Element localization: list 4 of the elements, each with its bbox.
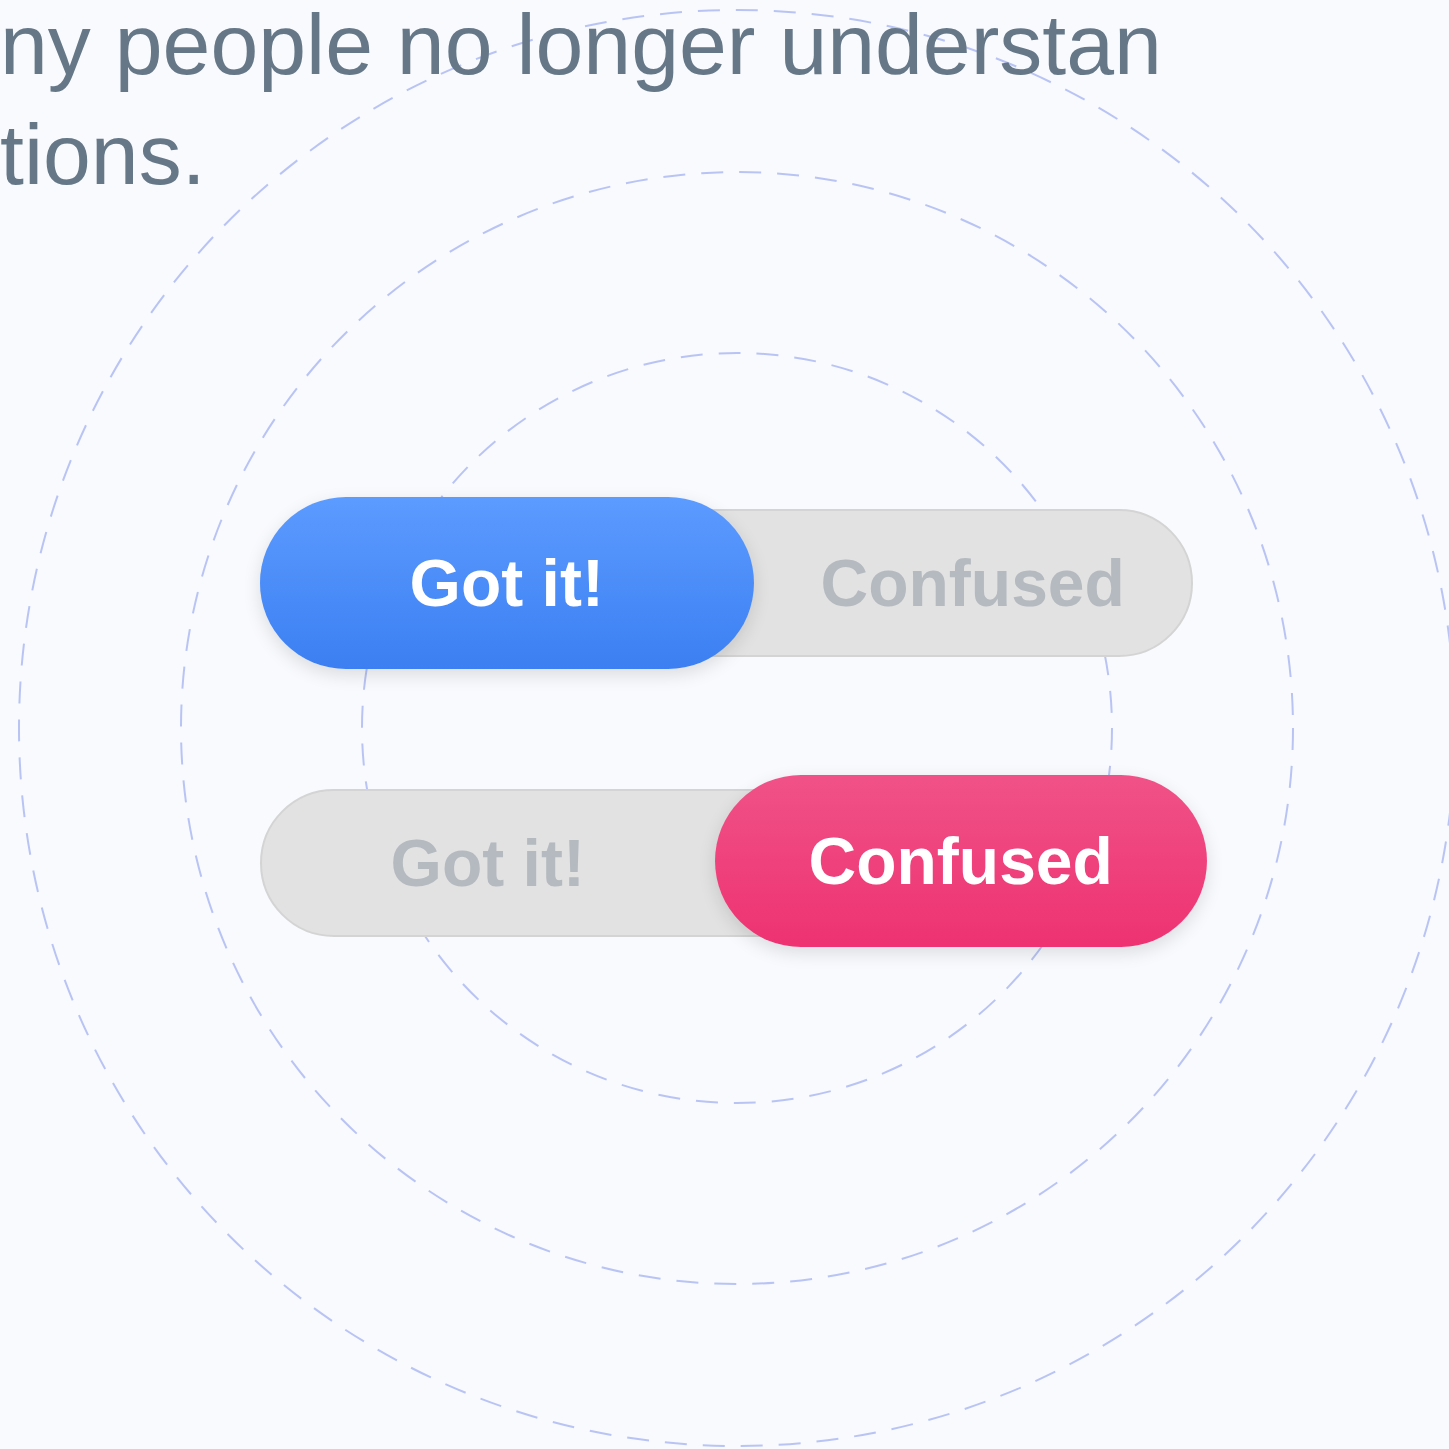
- toggle-option[interactable]: Got it!: [260, 497, 754, 669]
- toggle-option[interactable]: Confused: [714, 775, 1207, 947]
- heading-text: tions.: [0, 105, 207, 204]
- heading-text: ny people no longer understan: [0, 0, 1163, 94]
